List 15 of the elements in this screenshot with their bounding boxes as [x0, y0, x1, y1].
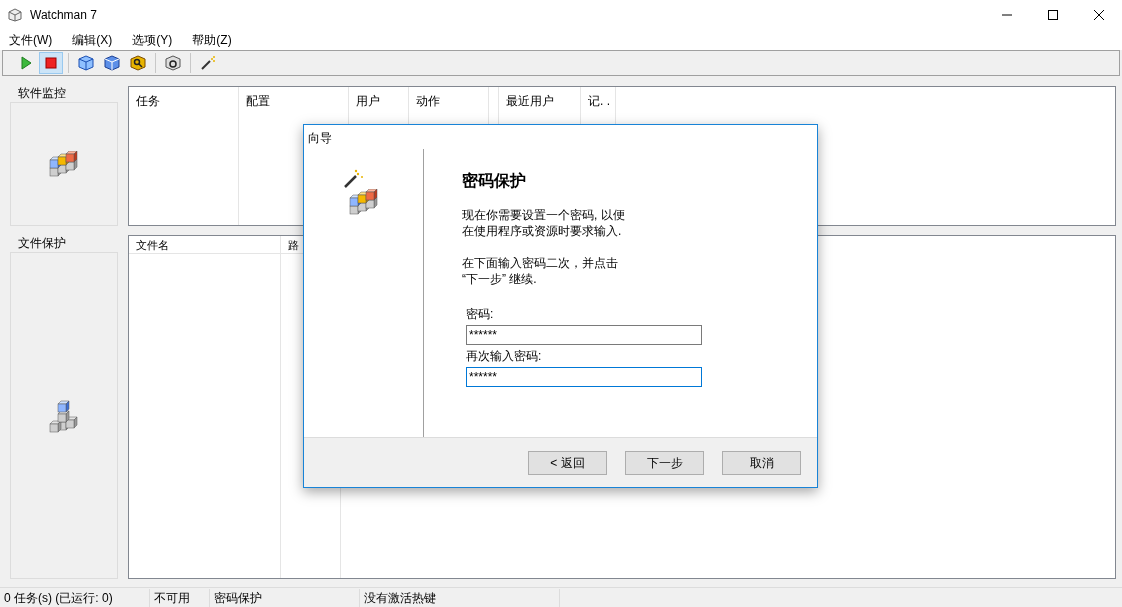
dialog-heading: 密码保护 [462, 171, 527, 191]
status-text: 密码保护 [210, 588, 360, 607]
field-label: 密码: [466, 306, 495, 323]
dialog-title: 向导 [307, 130, 333, 147]
field-label: 再次输入密码: [466, 348, 543, 365]
status-text: 没有激活热键 [360, 588, 560, 607]
instruction-text: 在使用程序或资源时要求输入. [462, 223, 622, 239]
instruction-text: 现在你需要设置一个密码, 以便 [462, 207, 625, 223]
instruction-text: 在下面输入密码二次，并点击 [462, 255, 618, 271]
instruction-text: “下一步” 继续. [462, 271, 537, 287]
window-title: Watchman 7 [30, 7, 97, 24]
group-title: 软件监控 [17, 86, 67, 100]
status-text: 0 任务(s) (已运行: 0) [0, 588, 150, 607]
group-title: 文件保护 [17, 236, 67, 250]
status-text: 不可用 [150, 588, 210, 607]
